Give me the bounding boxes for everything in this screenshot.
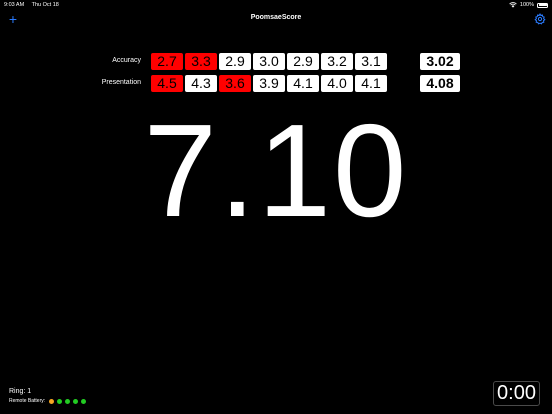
battery-percent: 100%: [519, 2, 534, 8]
presentation-score-7: 4.1: [355, 75, 387, 92]
gear-icon[interactable]: [534, 13, 546, 25]
battery-dots: [49, 398, 87, 404]
status-date: Thu Oct 18: [31, 2, 59, 8]
remote-battery: Remote Battery:: [9, 398, 87, 404]
ring-info: Ring: 1: [9, 388, 31, 395]
battery-icon: [537, 2, 548, 8]
accuracy-score-6: 3.2: [321, 53, 353, 70]
accuracy-score-2: 3.3: [185, 53, 217, 70]
battery-dot-5: [81, 398, 87, 404]
total-score: 7.10: [143, 97, 409, 244]
accuracy-score-1: 2.7: [151, 53, 183, 70]
presentation-score-6: 4.0: [321, 75, 353, 92]
accuracy-scores: 2.7 3.3 2.9 3.0 2.9 3.2 3.1: [151, 53, 387, 70]
accuracy-average: 3.02: [420, 53, 460, 70]
presentation-row: Presentation 4.5 4.3 3.6 3.9 4.1 4.0 4.1…: [0, 75, 552, 93]
battery-dot-2: [57, 398, 63, 404]
presentation-score-3: 3.6: [219, 75, 251, 92]
presentation-score-2: 4.3: [185, 75, 217, 92]
accuracy-row: Accuracy 2.7 3.3 2.9 3.0 2.9 3.2 3.1 3.0…: [0, 53, 552, 71]
battery-dot-4: [73, 398, 79, 404]
wifi-icon: [509, 2, 517, 8]
nav-bar: + PoomsaeScore: [0, 10, 552, 28]
presentation-score-4: 3.9: [253, 75, 285, 92]
ring-label: Ring:: [9, 388, 26, 395]
remote-battery-label: Remote Battery:: [9, 398, 46, 404]
presentation-average: 4.08: [420, 75, 460, 92]
battery-dot-3: [65, 398, 71, 404]
timer-button[interactable]: 0:00: [493, 381, 540, 406]
status-bar: 9:03 AM Thu Oct 18 100%: [0, 0, 552, 10]
accuracy-score-4: 3.0: [253, 53, 285, 70]
status-time: 9:03 AM: [4, 2, 25, 8]
presentation-score-1: 4.5: [151, 75, 183, 92]
presentation-scores: 4.5 4.3 3.6 3.9 4.1 4.0 4.1: [151, 75, 387, 92]
accuracy-score-3: 2.9: [219, 53, 251, 70]
ring-number: 1: [27, 388, 32, 395]
app-title: PoomsaeScore: [250, 14, 302, 21]
accuracy-label: Accuracy: [112, 57, 141, 64]
status-left: 9:03 AM Thu Oct 18: [4, 0, 65, 10]
accuracy-score-5: 2.9: [287, 53, 319, 70]
presentation-label: Presentation: [101, 79, 141, 86]
presentation-score-5: 4.1: [287, 75, 319, 92]
accuracy-score-7: 3.1: [355, 53, 387, 70]
status-right: 100%: [509, 0, 548, 10]
battery-dot-1: [49, 398, 55, 404]
